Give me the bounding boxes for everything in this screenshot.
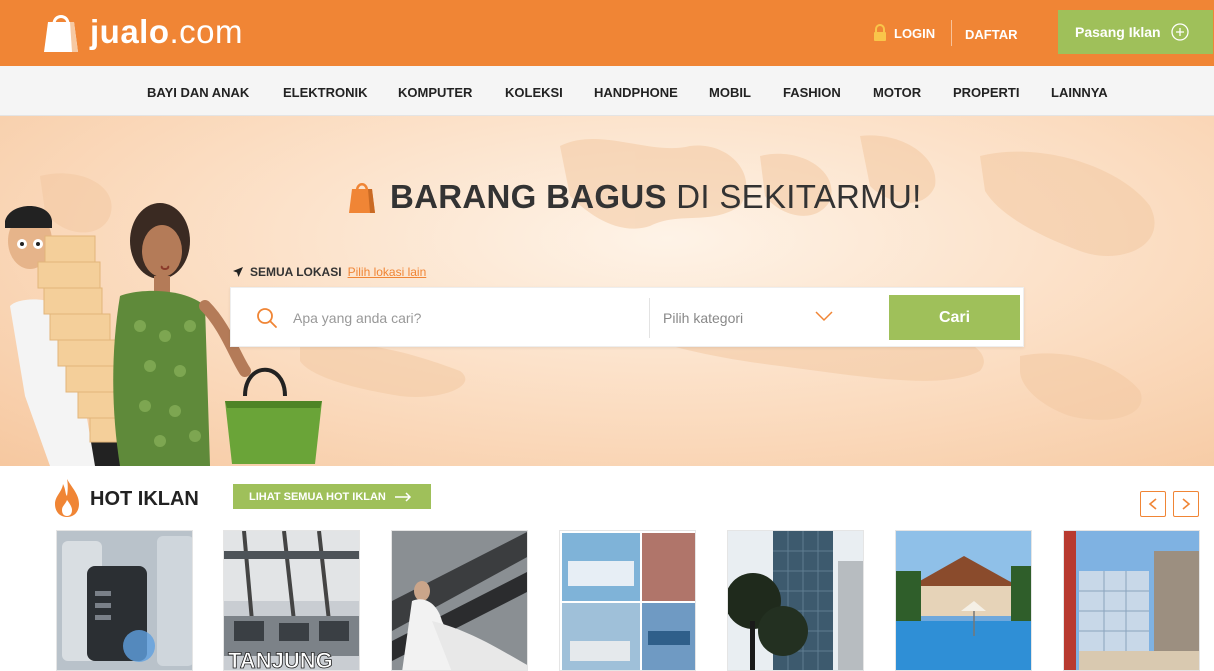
see-all-hot-ads-button[interactable]: LIHAT SEMUA HOT IKLAN: [233, 484, 431, 509]
category-komputer[interactable]: KOMPUTER: [398, 85, 472, 100]
thumb-overlay-text: TANJUNG: [228, 648, 333, 671]
location-arrow-icon: [233, 267, 243, 277]
office-tower-photo: [728, 531, 863, 670]
search-bar: Pilih kategori Cari: [230, 287, 1024, 347]
flame-icon: [55, 479, 79, 517]
shopping-bag-icon: [349, 183, 375, 213]
hot-ads-section: HOT IKLAN LIHAT SEMUA HOT IKLAN TANJUNG: [0, 466, 1214, 671]
category-select-label: Pilih kategori: [663, 310, 744, 326]
search-button[interactable]: Cari: [889, 295, 1020, 340]
building-courtyard-photo: [1064, 531, 1199, 670]
category-fashion[interactable]: FASHION: [783, 85, 841, 100]
location-label: SEMUA LOKASI: [250, 265, 342, 279]
category-mobil[interactable]: MOBIL: [709, 85, 751, 100]
logo-text: jualo.com: [90, 13, 244, 50]
login-label: LOGIN: [894, 25, 936, 41]
hero-title: BARANG BAGUS DI SEKITARMU!: [390, 178, 922, 215]
lock-icon: [874, 24, 886, 41]
hot-ad-item[interactable]: [1063, 530, 1200, 671]
arrow-right-icon: [394, 491, 411, 502]
carousel-next-button[interactable]: [1173, 491, 1199, 517]
site-logo[interactable]: jualo.com: [42, 10, 243, 54]
villa-pool-photo: [896, 531, 1031, 670]
category-elektronik[interactable]: ELEKTRONIK: [283, 85, 368, 100]
hot-ad-item[interactable]: [559, 530, 696, 671]
login-link[interactable]: LOGIN: [872, 24, 935, 42]
wedding-couple-photo: [392, 531, 527, 670]
top-header: jualo.com LOGIN DAFTAR Pasang Iklan: [0, 0, 1214, 66]
hero-heading: BARANG BAGUS DI SEKITARMU!: [348, 178, 922, 216]
search-icon: [257, 308, 277, 328]
carousel-prev-button[interactable]: [1140, 491, 1166, 517]
chevron-down-icon[interactable]: [815, 310, 833, 322]
category-handphone[interactable]: HANDPHONE: [594, 85, 678, 100]
shopping-bag-icon: [44, 15, 78, 52]
post-ad-label: Pasang Iklan: [1075, 24, 1161, 40]
hot-ad-item[interactable]: TANJUNG: [223, 530, 360, 671]
location-row: SEMUA LOKASI Pilih lokasi lain: [232, 265, 426, 279]
hot-ad-item[interactable]: [56, 530, 193, 671]
hot-ad-item[interactable]: [727, 530, 864, 671]
post-ad-button[interactable]: Pasang Iklan: [1058, 10, 1213, 54]
chevron-right-icon: [1182, 498, 1191, 510]
category-properti[interactable]: PROPERTI: [953, 85, 1019, 100]
category-bayi-dan-anak[interactable]: BAYI DAN ANAK: [147, 85, 249, 100]
category-lainnya[interactable]: LAINNYA: [1051, 85, 1108, 100]
hot-ad-item[interactable]: [895, 530, 1032, 671]
search-divider: [649, 298, 650, 338]
chevron-left-icon: [1148, 498, 1157, 510]
category-motor[interactable]: MOTOR: [873, 85, 921, 100]
phone-accessory-photo: [57, 531, 192, 670]
hot-ads-title: HOT IKLAN: [90, 488, 199, 510]
search-input[interactable]: [293, 298, 643, 338]
header-divider: [951, 20, 952, 46]
port-cranes-photo: TANJUNG: [224, 531, 359, 671]
register-link[interactable]: DAFTAR: [965, 27, 1017, 42]
event-collage-photo: [560, 531, 695, 670]
plus-circle-icon: [1170, 23, 1189, 41]
hero-banner: BARANG BAGUS DI SEKITARMU! SEMUA LOKASI …: [0, 116, 1214, 466]
category-nav: BAYI DAN ANAK ELEKTRONIK KOMPUTER KOLEKS…: [0, 66, 1214, 116]
change-location-link[interactable]: Pilih lokasi lain: [348, 265, 427, 279]
category-koleksi[interactable]: KOLEKSI: [505, 85, 563, 100]
see-all-label: LIHAT SEMUA HOT IKLAN: [249, 490, 386, 503]
hot-ad-item[interactable]: [391, 530, 528, 671]
